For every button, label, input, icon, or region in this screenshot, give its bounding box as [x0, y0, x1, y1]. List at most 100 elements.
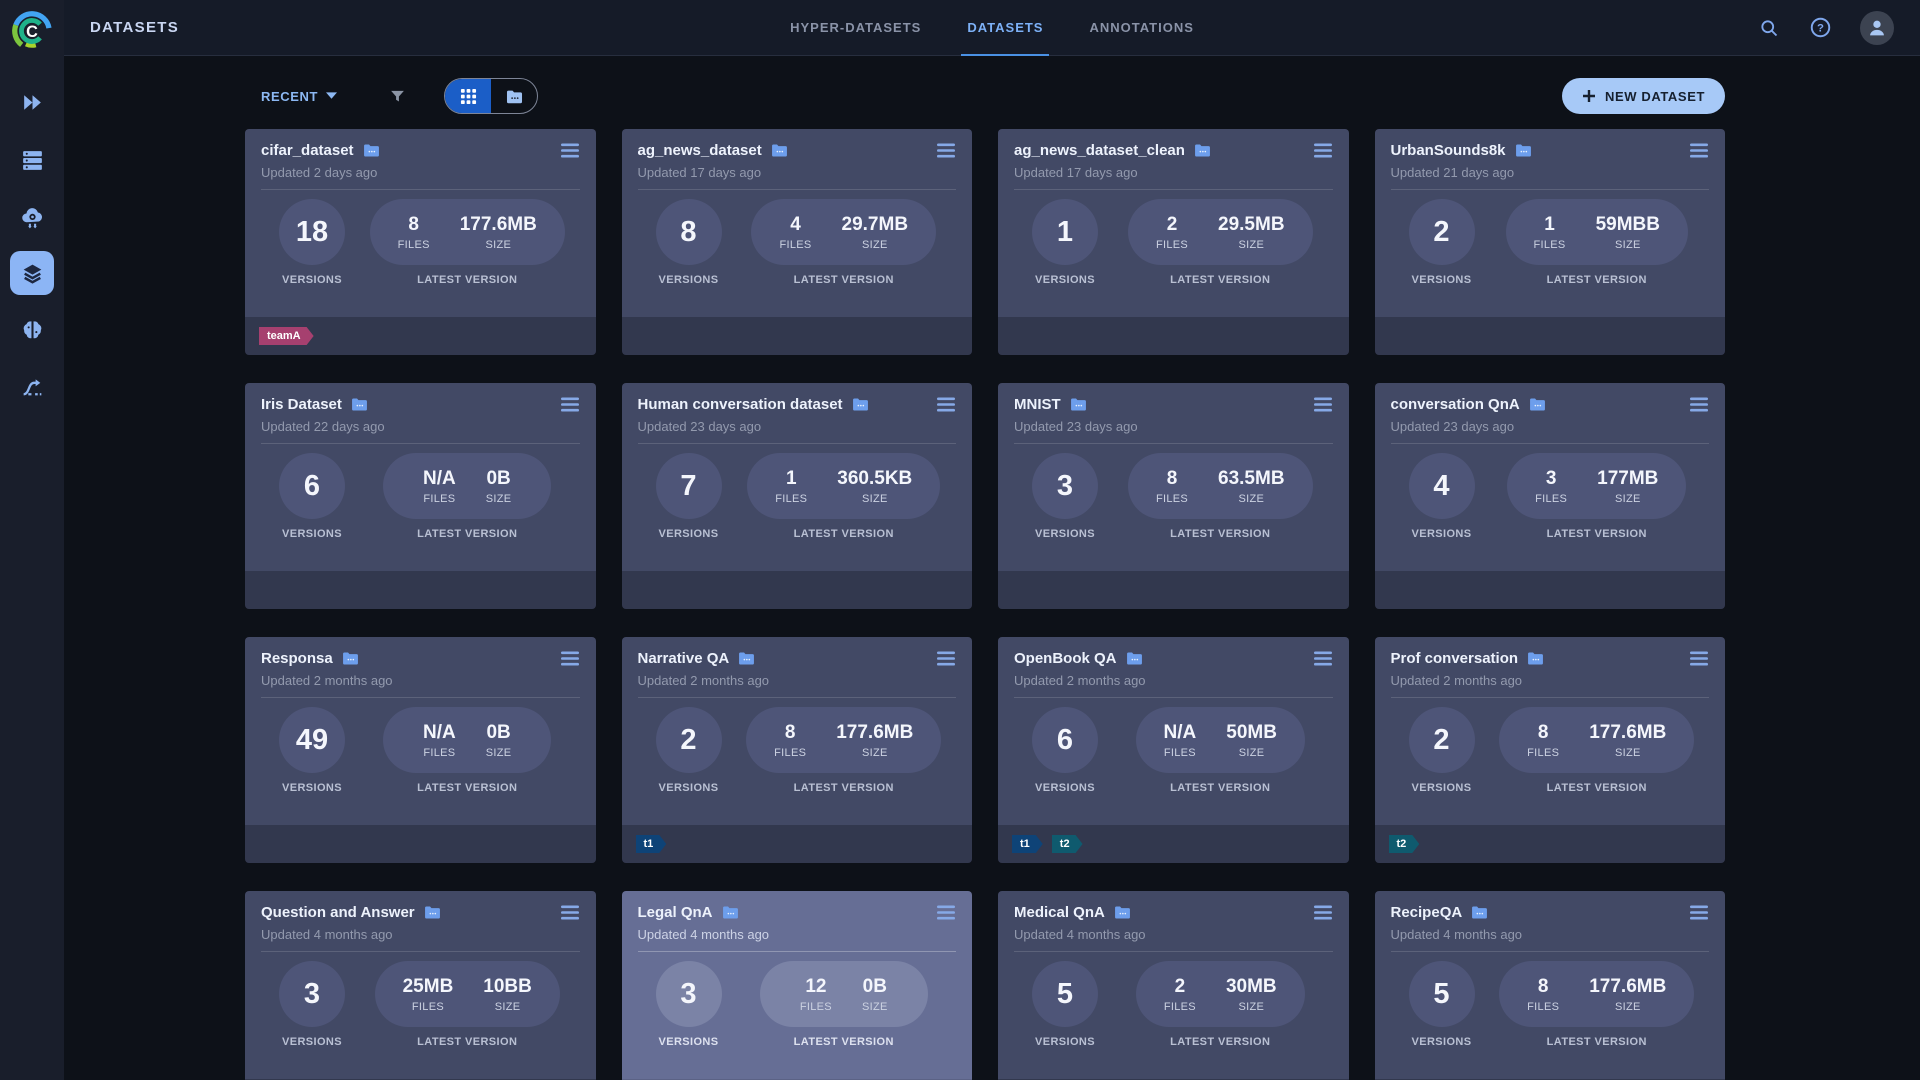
dataset-name: RecipeQA [1390, 904, 1463, 921]
tab-datasets[interactable]: DATASETS [961, 0, 1050, 56]
card-menu-button[interactable] [1313, 397, 1333, 412]
dataset-card[interactable]: UrbanSounds8k Updated 21 days ago 2 VERS… [1374, 129, 1725, 355]
dataset-card[interactable]: Medical QnA Updated 4 months ago 5 VERSI… [998, 891, 1349, 1080]
size-value: 63.5MB [1218, 467, 1285, 489]
dataset-tag[interactable]: teamA [259, 327, 314, 345]
versions-stat: 2 VERSIONS [1408, 707, 1475, 794]
sidebar-item-pipelines[interactable] [10, 365, 54, 409]
versions-count: 7 [655, 453, 722, 519]
help-icon: ? [1810, 17, 1830, 38]
card-menu-button[interactable] [1313, 143, 1333, 158]
dataset-card[interactable]: OpenBook QA Updated 2 months ago 6 VERSI… [998, 637, 1349, 863]
dataset-card[interactable]: Responsa Updated 2 months ago 49 VERSION… [245, 637, 596, 863]
dataset-card[interactable]: Legal QnA Updated 4 months ago 3 VERSION… [621, 891, 972, 1080]
dataset-card[interactable]: ag_news_dataset_clean Updated 17 days ag… [998, 129, 1349, 355]
size-value: 29.5MB [1218, 213, 1285, 235]
versions-label: VERSIONS [1411, 782, 1472, 794]
size-value: 29.7MB [841, 213, 909, 235]
files-count: 8 [1537, 721, 1549, 743]
card-menu-button[interactable] [1689, 143, 1709, 158]
versions-label: VERSIONS [1411, 528, 1472, 540]
size-value: 177.6MB [1589, 975, 1667, 997]
brain-icon [23, 320, 41, 339]
card-menu-button[interactable] [936, 905, 956, 920]
versions-count: 3 [1032, 453, 1098, 519]
files-label: FILES [1163, 746, 1196, 759]
versions-stat: 49 VERSIONS [279, 707, 345, 794]
dataset-folder-icon [342, 651, 359, 666]
user-avatar-icon [1870, 20, 1884, 35]
sidebar-item-experiments[interactable] [10, 80, 54, 124]
card-menu-button[interactable] [1689, 905, 1709, 920]
dataset-card[interactable]: conversation QnA Updated 23 days ago 4 V… [1374, 383, 1725, 609]
dataset-card[interactable]: Narrative QA Updated 2 months ago 2 VERS… [621, 637, 972, 863]
dataset-card[interactable]: Iris Dataset Updated 22 days ago 6 VERSI… [245, 383, 596, 609]
updated-text: Updated 4 months ago [637, 927, 956, 952]
tab-hyper-datasets[interactable]: HYPER-DATASETS [784, 0, 927, 56]
dataset-folder-icon [738, 651, 755, 666]
header-actions: ? [1758, 10, 1894, 45]
dataset-card[interactable]: cifar_dataset Updated 2 days ago 18 VERS… [245, 129, 596, 355]
folder-view-button[interactable] [491, 79, 537, 113]
latest-version-stat: 25MB FILES 10BB SIZE LATEST VERSION [355, 961, 580, 1048]
size-label: SIZE [1614, 1000, 1641, 1013]
card-menu-button[interactable] [1689, 397, 1709, 412]
card-menu-button[interactable] [560, 143, 580, 158]
size-value: 30MB [1225, 975, 1277, 997]
help-button[interactable]: ? [1809, 17, 1831, 39]
search-icon [1761, 19, 1778, 36]
folder-view-icon [506, 90, 522, 103]
versions-stat: 6 VERSIONS [1032, 707, 1098, 794]
files-count: 25MB [402, 975, 454, 997]
profile-button[interactable] [1860, 10, 1894, 45]
latest-version-stat: 3 FILES 177MB SIZE LATEST VERSION [1485, 453, 1710, 540]
tab-annotations[interactable]: ANNOTATIONS [1083, 0, 1199, 56]
latest-version-stat: 1 FILES 360.5KB SIZE LATEST VERSION [732, 453, 957, 540]
card-menu-button[interactable] [1689, 651, 1709, 666]
dataset-card[interactable]: RecipeQA Updated 4 months ago 5 VERSIONS… [1374, 891, 1725, 1080]
versions-label: VERSIONS [1411, 1036, 1472, 1048]
app-logo[interactable]: C [0, 0, 64, 62]
grid-view-button[interactable] [445, 79, 492, 113]
servers-icon [22, 150, 42, 170]
dataset-tag[interactable]: t2 [1389, 835, 1420, 853]
card-menu-button[interactable] [936, 651, 956, 666]
svg-text:C: C [26, 23, 38, 41]
card-footer [621, 571, 972, 609]
new-dataset-button[interactable]: NEW DATASET [1562, 78, 1725, 114]
card-footer [245, 571, 596, 609]
dataset-card[interactable]: Human conversation dataset Updated 23 da… [621, 383, 972, 609]
dataset-name: Question and Answer [261, 904, 415, 921]
dataset-tag[interactable]: t2 [1052, 835, 1083, 853]
versions-count: 2 [1408, 707, 1475, 773]
dataset-card[interactable]: Prof conversation Updated 2 months ago 2… [1374, 637, 1725, 863]
sidebar-item-datasets[interactable] [10, 251, 54, 295]
updated-text: Updated 21 days ago [1390, 165, 1709, 190]
card-menu-button[interactable] [936, 143, 956, 158]
sidebar-item-autoscalers[interactable] [10, 194, 54, 238]
search-button[interactable] [1758, 17, 1780, 39]
updated-text: Updated 2 days ago [261, 165, 580, 190]
card-menu-button[interactable] [936, 397, 956, 412]
filter-button[interactable] [389, 88, 406, 105]
card-menu-button[interactable] [1313, 651, 1333, 666]
sidebar-item-workers[interactable] [10, 137, 54, 181]
latest-version-label: LATEST VERSION [417, 528, 518, 540]
card-menu-button[interactable] [560, 651, 580, 666]
sidebar-item-models[interactable] [10, 308, 54, 352]
dataset-tag[interactable]: t1 [636, 835, 667, 853]
clearml-logo-icon: C [12, 11, 52, 48]
dataset-card[interactable]: ag_news_dataset Updated 17 days ago 8 VE… [621, 129, 972, 355]
sort-dropdown[interactable]: RECENT [261, 89, 338, 104]
size-value: 0B [486, 467, 511, 489]
dataset-card[interactable]: MNIST Updated 23 days ago 3 VERSIONS 8 F… [998, 383, 1349, 609]
dataset-tag[interactable]: t1 [1012, 835, 1043, 853]
double-play-icon [23, 94, 41, 110]
card-menu-button[interactable] [560, 397, 580, 412]
card-menu-button[interactable] [560, 905, 580, 920]
dataset-card[interactable]: Question and Answer Updated 4 months ago [245, 891, 596, 1080]
versions-count: 5 [1032, 961, 1098, 1027]
updated-text: Updated 4 months ago [1014, 927, 1333, 952]
card-stats: 6 VERSIONS N/A FILES 0B SIZE LATEST VERS… [245, 444, 596, 540]
card-menu-button[interactable] [1313, 905, 1333, 920]
